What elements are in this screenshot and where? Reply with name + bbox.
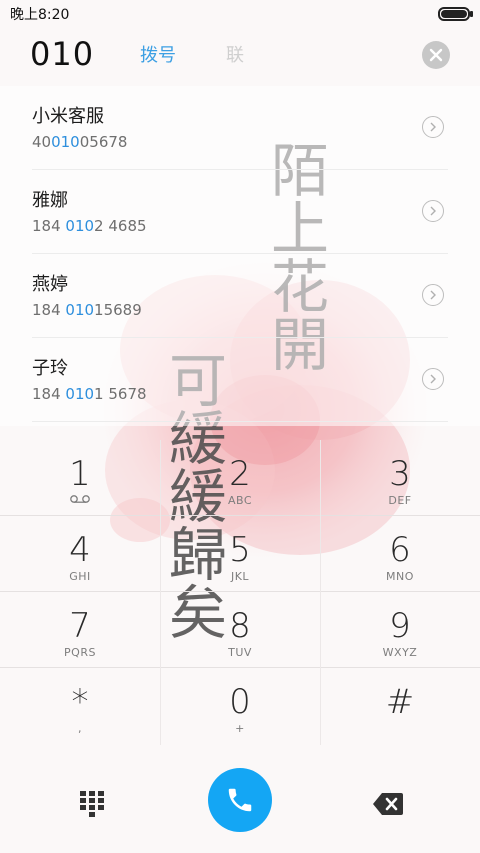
- backspace-button[interactable]: [366, 782, 410, 826]
- clear-input-button[interactable]: [422, 41, 450, 69]
- key-digit: 6: [389, 530, 411, 570]
- clear-x-icon: [429, 48, 443, 62]
- contact-number: 184 01015689: [32, 301, 142, 319]
- key-digit: 9: [389, 606, 411, 646]
- key-digit: 4: [69, 530, 91, 570]
- key-letters: +: [235, 722, 245, 735]
- dialpad-grid-icon: [80, 791, 104, 817]
- contact-details-button[interactable]: [422, 116, 444, 138]
- key-digit: *: [71, 682, 89, 722]
- backspace-icon: [373, 793, 403, 815]
- chevron-right-icon: [430, 122, 436, 132]
- key-4[interactable]: 4 GHI: [0, 516, 160, 592]
- key-letters: PQRS: [64, 646, 96, 659]
- list-item[interactable]: 雅娜 184 0102 4685: [32, 170, 448, 254]
- contact-name: 子玲: [32, 358, 68, 379]
- key-3[interactable]: 3 DEF: [320, 440, 480, 516]
- key-2[interactable]: 2 ABC: [160, 440, 320, 516]
- voicemail-icon: [70, 495, 90, 503]
- contact-number: 184 0101 5678: [32, 385, 147, 403]
- contact-number: 184 0102 4685: [32, 217, 147, 235]
- key-digit: 1: [69, 454, 91, 494]
- key-letters: WXYZ: [382, 646, 418, 659]
- key-star[interactable]: * ,: [0, 668, 160, 744]
- dialer-header: 010 拨号 联: [0, 28, 480, 80]
- key-6[interactable]: 6 MNO: [320, 516, 480, 592]
- dial-keypad: 1 2 ABC 3 DEF 4 GHI 5 JKL 6 MNO 7 PQRS 8…: [0, 440, 480, 745]
- list-item[interactable]: 小米客服 4001005678: [32, 86, 448, 170]
- key-0[interactable]: 0 +: [160, 668, 320, 744]
- key-digit: 2: [229, 454, 251, 494]
- key-letters: ,: [78, 722, 82, 735]
- chevron-right-icon: [430, 374, 436, 384]
- call-button[interactable]: [208, 768, 272, 832]
- key-5[interactable]: 5 JKL: [160, 516, 320, 592]
- key-digit: 3: [389, 454, 411, 494]
- contact-details-button[interactable]: [422, 200, 444, 222]
- key-digit: #: [385, 682, 415, 722]
- key-letters: JKL: [230, 570, 250, 583]
- status-bar: 晚上8:20: [0, 0, 480, 28]
- contact-details-button[interactable]: [422, 368, 444, 390]
- list-item[interactable]: 子玲 184 0101 5678: [32, 338, 448, 422]
- key-letters: DEF: [388, 494, 412, 507]
- dialed-number[interactable]: 010: [30, 35, 120, 73]
- contact-name: 雅娜: [32, 190, 68, 211]
- search-results-list: 小米客服 4001005678 雅娜 184 0102 4685 燕婷 184 …: [0, 86, 480, 426]
- key-7[interactable]: 7 PQRS: [0, 592, 160, 668]
- phone-icon: [228, 788, 252, 812]
- contact-details-button[interactable]: [422, 284, 444, 306]
- contact-name: 燕婷: [32, 274, 68, 295]
- key-digit: 5: [229, 530, 251, 570]
- key-digit: 0: [229, 682, 251, 722]
- key-9[interactable]: 9 WXYZ: [320, 592, 480, 668]
- status-time: 晚上8:20: [10, 7, 70, 23]
- key-digit: 8: [229, 606, 251, 646]
- chevron-right-icon: [430, 290, 436, 300]
- key-8[interactable]: 8 TUV: [160, 592, 320, 668]
- dialpad-toggle-button[interactable]: [70, 782, 114, 826]
- list-item[interactable]: 燕婷 184 01015689: [32, 254, 448, 338]
- key-hash[interactable]: #: [320, 668, 480, 744]
- tab-dial[interactable]: 拨号: [140, 41, 176, 67]
- contact-name: 小米客服: [32, 106, 104, 127]
- battery-icon: [438, 7, 473, 21]
- key-letters: ABC: [227, 494, 253, 507]
- key-digit: 7: [69, 606, 91, 646]
- key-1[interactable]: 1: [0, 440, 160, 516]
- contact-number: 4001005678: [32, 133, 128, 151]
- key-letters: GHI: [69, 570, 91, 583]
- key-letters: MNO: [386, 570, 414, 583]
- chevron-right-icon: [430, 206, 436, 216]
- key-letters: TUV: [228, 646, 252, 659]
- bottom-action-bar: [0, 750, 480, 853]
- tab-contacts[interactable]: 联: [226, 41, 244, 67]
